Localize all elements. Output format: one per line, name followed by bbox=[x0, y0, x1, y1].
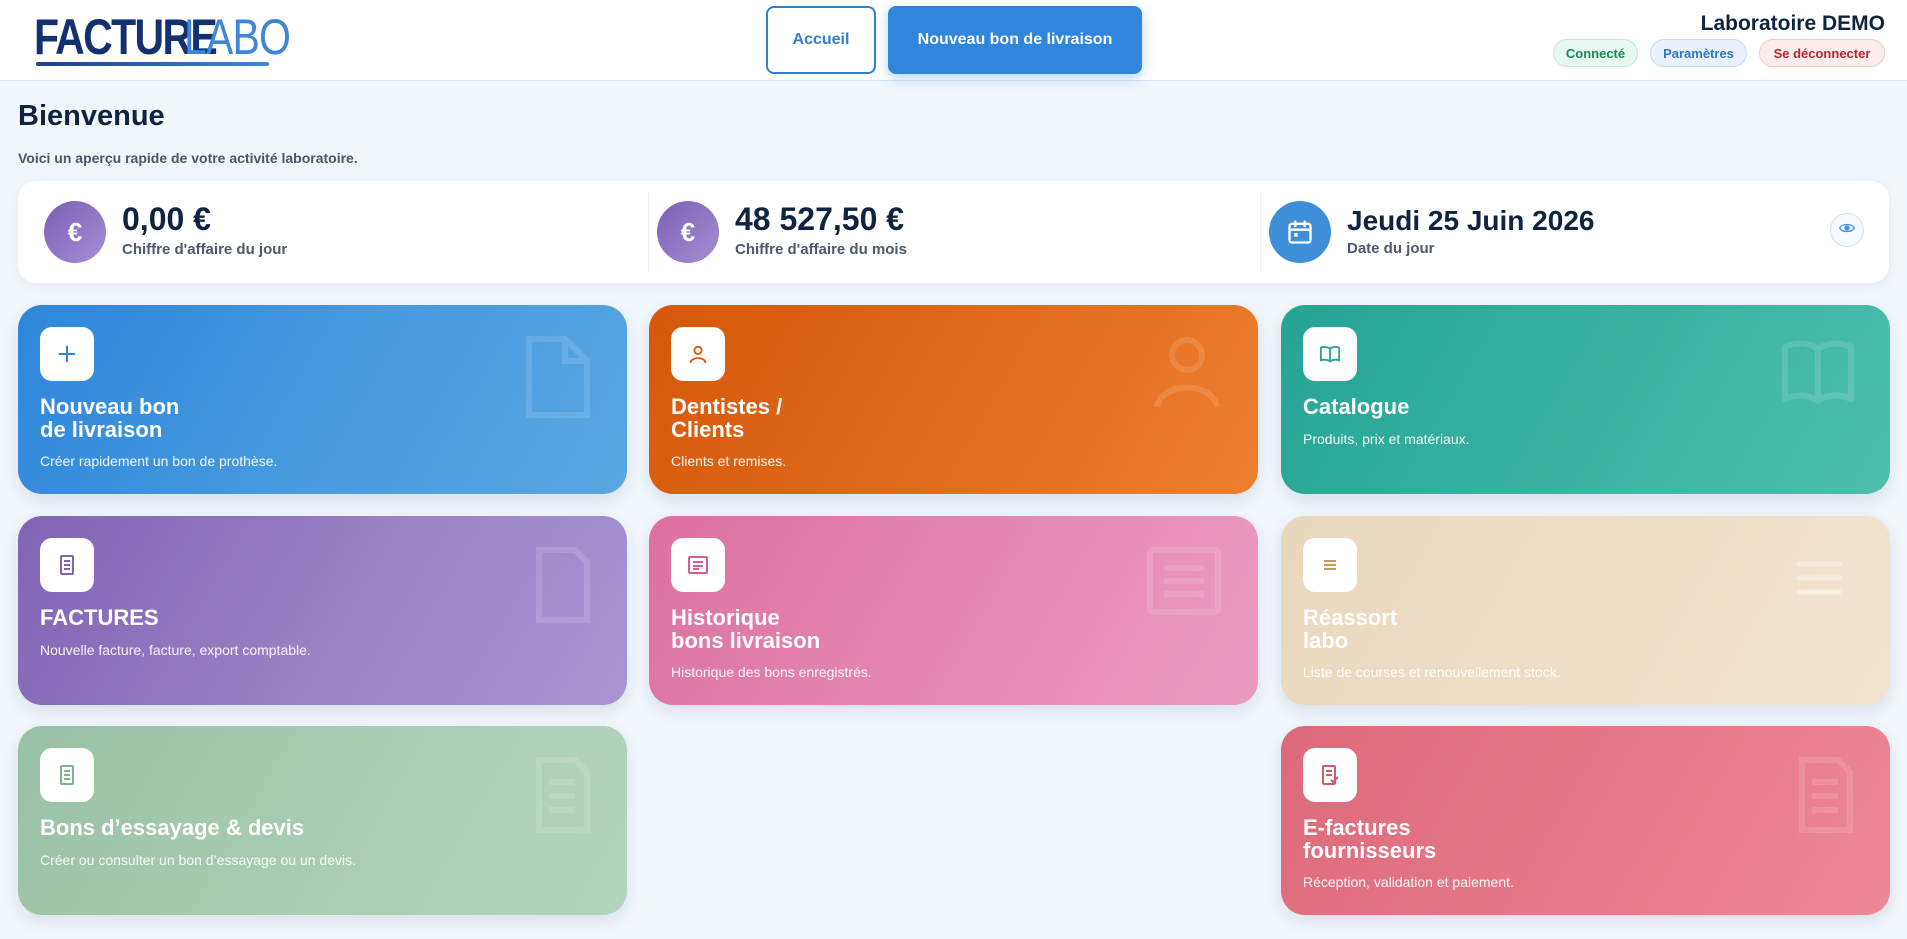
card-description: Liste de courses et renouvellement stock… bbox=[1303, 664, 1561, 680]
card-description: Historique des bons enregistrés. bbox=[671, 664, 872, 680]
card-title: Bons d’essayage & devis bbox=[40, 815, 305, 840]
user-icon bbox=[1152, 335, 1222, 416]
card-new-delivery-note[interactable]: Nouveau bon de livraison Créer rapidement… bbox=[18, 305, 627, 494]
card-description: Produits, prix et matériaux. bbox=[1303, 431, 1470, 447]
invoice-icon bbox=[40, 538, 94, 592]
stat-label: Chiffre d'affaire du jour bbox=[122, 241, 288, 258]
card-title: FACTURES bbox=[40, 605, 159, 630]
status-badge: Connecté bbox=[1553, 39, 1638, 67]
card-try-in-quotes[interactable]: Bons d’essayage & devis Créer ou consult… bbox=[18, 726, 627, 915]
logo-word-facture: FACTURE bbox=[34, 9, 218, 65]
invoice-icon bbox=[535, 546, 591, 629]
user-icon bbox=[671, 327, 725, 381]
new-delivery-note-button[interactable]: Nouveau bon de livraison bbox=[888, 6, 1142, 74]
card-description: Clients et remises. bbox=[671, 453, 787, 469]
stat-label: Chiffre d'affaire du mois bbox=[735, 241, 907, 258]
card-title: E-factures fournisseurs bbox=[1303, 815, 1437, 863]
stat-date: Jeudi 25 Juin 2026 Date du jour bbox=[1260, 181, 1820, 283]
list-icon bbox=[1796, 560, 1842, 601]
list-icon bbox=[1303, 538, 1357, 592]
card-title: Catalogue bbox=[1303, 394, 1410, 419]
page-subtitle: Voici un aperçu rapide de votre activité… bbox=[18, 150, 358, 166]
calendar-icon bbox=[1269, 201, 1331, 263]
history-icon bbox=[1146, 546, 1222, 621]
document-icon bbox=[40, 748, 94, 802]
logo-underline bbox=[36, 62, 269, 66]
stats-panel: € 0,00 € Chiffre d'affaire du jour € 48 … bbox=[18, 181, 1889, 283]
stat-value: 48 527,50 € bbox=[735, 201, 905, 237]
euro-icon: € bbox=[44, 201, 106, 263]
card-dentists-clients[interactable]: Dentistes / Clients Clients et remises. bbox=[649, 305, 1258, 494]
card-description: Créer rapidement un bon de prothèse. bbox=[40, 453, 278, 469]
settings-link[interactable]: Paramètres bbox=[1650, 39, 1747, 67]
page-title: Bienvenue bbox=[18, 100, 165, 132]
logout-link[interactable]: Se déconnecter bbox=[1759, 39, 1885, 67]
lab-name: Laboratoire DEMO bbox=[1700, 12, 1885, 35]
e-invoice-icon bbox=[1798, 756, 1854, 839]
euro-icon: € bbox=[657, 201, 719, 263]
card-description: Créer ou consulter un bon d’essayage ou … bbox=[40, 852, 356, 868]
card-title: Réassort labo bbox=[1303, 605, 1398, 653]
card-title: Nouveau bon de livraison bbox=[40, 394, 180, 442]
card-title: Historique bons livraison bbox=[671, 605, 821, 653]
stat-value: 0,00 € bbox=[122, 201, 211, 237]
home-button[interactable]: Accueil bbox=[766, 6, 876, 74]
app-logo[interactable]: FACTURE LABO bbox=[34, 9, 291, 68]
document-icon bbox=[535, 756, 591, 839]
stat-label: Date du jour bbox=[1347, 240, 1435, 257]
card-title: Dentistes / Clients bbox=[671, 394, 783, 442]
card-delivery-history[interactable]: Historique bons livraison Historique des … bbox=[649, 516, 1258, 705]
card-catalogue[interactable]: Catalogue Produits, prix et matériaux. bbox=[1281, 305, 1890, 494]
book-icon bbox=[1303, 327, 1357, 381]
card-invoices[interactable]: FACTURES Nouvelle facture, facture, expo… bbox=[18, 516, 627, 705]
eye-icon bbox=[1838, 221, 1856, 239]
stat-month-revenue: € 48 527,50 € Chiffre d'affaire du mois bbox=[648, 181, 1260, 283]
card-lab-restock[interactable]: Réassort labo Liste de courses et renouve… bbox=[1281, 516, 1890, 705]
toggle-visibility-button[interactable] bbox=[1830, 213, 1864, 247]
logo-word-labo: LABO bbox=[184, 9, 291, 65]
e-invoice-icon bbox=[1303, 748, 1357, 802]
plus-icon bbox=[40, 327, 94, 381]
card-description: Réception, validation et paiement. bbox=[1303, 874, 1514, 890]
stat-day-revenue: € 0,00 € Chiffre d'affaire du jour bbox=[18, 181, 648, 283]
book-icon bbox=[1782, 339, 1854, 410]
top-bar: FACTURE LABO Accueil Nouveau bon de livr… bbox=[0, 0, 1907, 81]
stat-value: Jeudi 25 Juin 2026 bbox=[1347, 205, 1595, 236]
history-icon bbox=[671, 538, 725, 592]
card-description: Nouvelle facture, facture, export compta… bbox=[40, 642, 311, 658]
card-supplier-e-invoices[interactable]: E-factures fournisseurs Réception, valida… bbox=[1281, 726, 1890, 915]
document-icon bbox=[521, 335, 591, 426]
